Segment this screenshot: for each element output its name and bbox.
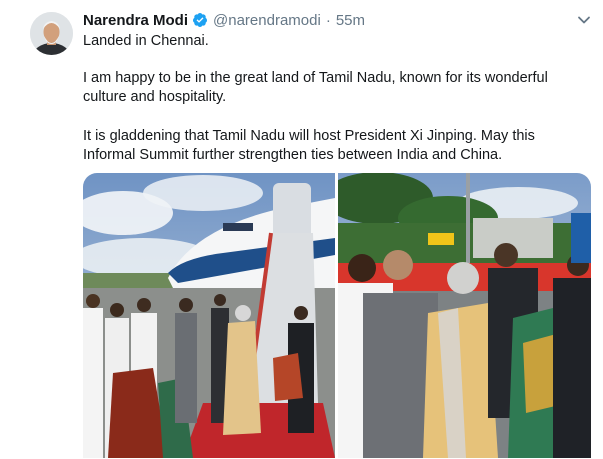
tweet-media bbox=[83, 173, 591, 458]
photo-welcome-greeting[interactable] bbox=[338, 173, 591, 458]
author-handle[interactable]: @narendramodi bbox=[213, 12, 321, 29]
photo-arrival-aircraft[interactable] bbox=[83, 173, 335, 458]
tweet-header: Narendra Modi @narendramodi · 55m bbox=[83, 11, 365, 29]
avatar-image bbox=[30, 12, 73, 55]
avatar[interactable] bbox=[30, 12, 73, 55]
tweet-text-line-1: Landed in Chennai. bbox=[83, 33, 209, 49]
verified-badge-icon bbox=[192, 12, 208, 28]
tweet-text-line-3: It is gladdening that Tamil Nadu will ho… bbox=[83, 128, 535, 163]
chevron-down-icon[interactable] bbox=[576, 12, 592, 28]
author-name[interactable]: Narendra Modi bbox=[83, 12, 188, 29]
separator-dot: · bbox=[325, 11, 331, 29]
tweet-timestamp[interactable]: 55m bbox=[336, 12, 365, 29]
tweet-text-line-2: I am happy to be in the great land of Ta… bbox=[83, 70, 548, 105]
